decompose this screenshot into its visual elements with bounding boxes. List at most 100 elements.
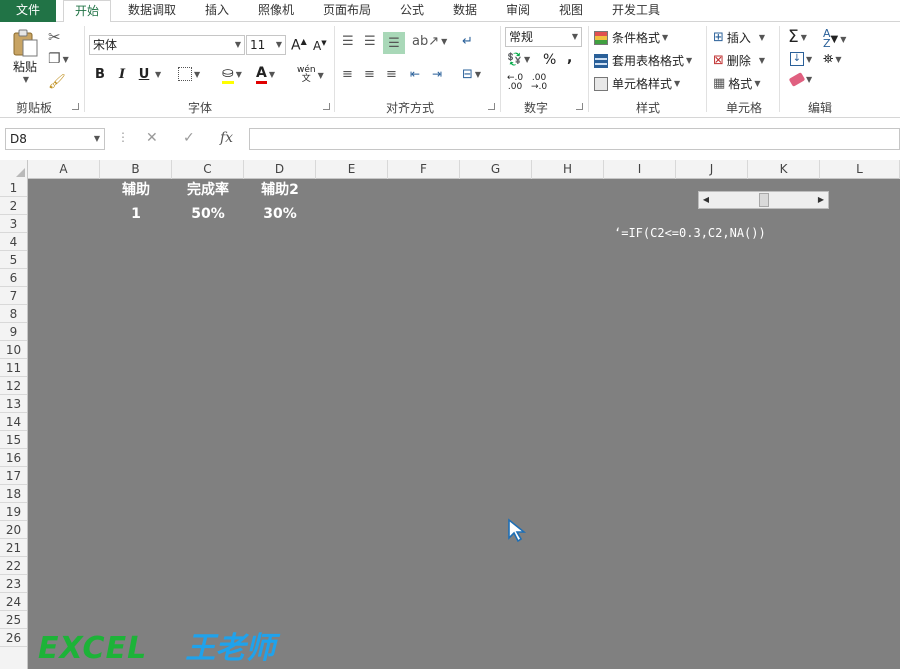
- select-all-corner[interactable]: [0, 160, 28, 179]
- conditional-formatting-button[interactable]: 条件格式 ▼: [594, 29, 668, 46]
- tab-home[interactable]: 开始: [63, 0, 111, 23]
- column-header-j[interactable]: J: [676, 160, 748, 179]
- italic-button[interactable]: I: [113, 67, 131, 82]
- orientation-button[interactable]: ab↗ ▼: [412, 34, 447, 49]
- decrease-indent-button[interactable]: ⇤: [410, 67, 420, 81]
- align-middle-button[interactable]: ☰: [364, 34, 376, 49]
- column-header-l[interactable]: L: [820, 160, 900, 179]
- row-header[interactable]: 6: [0, 269, 27, 287]
- column-header-b[interactable]: B: [100, 160, 172, 179]
- format-cells-button[interactable]: ▦ 格式 ▼: [713, 75, 760, 92]
- decrease-font-button[interactable]: A▼: [313, 39, 327, 53]
- accounting-format-button[interactable]: 💱 ▼: [507, 52, 530, 66]
- column-header-d[interactable]: D: [244, 160, 316, 179]
- scrollbar-form-control[interactable]: ◀ ▶: [698, 191, 829, 209]
- fill-button[interactable]: ↓ ▼: [790, 52, 812, 66]
- tab-data-fetch[interactable]: 数据调取: [118, 0, 186, 22]
- format-painter-button[interactable]: 🖌: [48, 74, 66, 90]
- column-header-h[interactable]: H: [532, 160, 604, 179]
- merge-center-button[interactable]: ⊟ ▼: [462, 67, 481, 82]
- increase-font-button[interactable]: A▲: [291, 37, 307, 54]
- row-header[interactable]: 4: [0, 233, 27, 251]
- bold-button[interactable]: B: [91, 67, 109, 82]
- row-header[interactable]: 15: [0, 431, 27, 449]
- alignment-launcher-icon[interactable]: [488, 103, 495, 110]
- row-header[interactable]: 16: [0, 449, 27, 467]
- delete-cells-button[interactable]: ⊠ 删除 ▼: [713, 52, 765, 69]
- tab-insert[interactable]: 插入: [194, 0, 240, 22]
- scroll-right-icon[interactable]: ▶: [814, 192, 828, 208]
- tab-data[interactable]: 数据: [442, 0, 488, 22]
- row-header[interactable]: 17: [0, 467, 27, 485]
- cancel-icon[interactable]: ✕: [146, 130, 158, 146]
- row-header[interactable]: 10: [0, 341, 27, 359]
- font-color-button[interactable]: A ▼: [256, 65, 275, 84]
- name-box[interactable]: D8 ▼: [5, 128, 105, 150]
- comma-button[interactable]: ,: [567, 50, 572, 66]
- clear-button[interactable]: ▼: [788, 72, 812, 87]
- tab-camera[interactable]: 照像机: [248, 0, 304, 22]
- insert-function-icon[interactable]: fx: [220, 130, 233, 146]
- fill-color-button[interactable]: ⛀ ▼: [222, 65, 242, 84]
- column-header-i[interactable]: I: [604, 160, 676, 179]
- tab-formulas[interactable]: 公式: [390, 0, 434, 22]
- scroll-left-icon[interactable]: ◀: [699, 192, 713, 208]
- font-size-combo[interactable]: 11 ▼: [246, 35, 286, 55]
- increase-indent-button[interactable]: ⇥: [432, 67, 442, 81]
- autosum-button[interactable]: Σ ▼: [788, 27, 807, 47]
- row-header[interactable]: 12: [0, 377, 27, 395]
- row-header[interactable]: 1: [0, 179, 27, 197]
- row-header[interactable]: 11: [0, 359, 27, 377]
- row-header[interactable]: 7: [0, 287, 27, 305]
- wrap-text-button[interactable]: ↵: [462, 34, 473, 49]
- sort-filter-button[interactable]: AZ ▼ ▼: [823, 28, 846, 49]
- increase-decimal-button[interactable]: ←.0.00: [507, 74, 523, 92]
- clipboard-launcher-icon[interactable]: [72, 103, 79, 110]
- align-bottom-button[interactable]: ☰: [383, 32, 405, 54]
- cell-b2[interactable]: 1: [100, 205, 172, 223]
- column-header-a[interactable]: A: [28, 160, 100, 179]
- column-header-g[interactable]: G: [460, 160, 532, 179]
- column-header-c[interactable]: C: [172, 160, 244, 179]
- row-header[interactable]: 24: [0, 593, 27, 611]
- row-header[interactable]: 21: [0, 539, 27, 557]
- cell-styles-button[interactable]: 单元格样式 ▼: [594, 75, 680, 92]
- copy-button[interactable]: ❐ ▼: [48, 51, 69, 67]
- column-header-k[interactable]: K: [748, 160, 820, 179]
- row-header[interactable]: 3: [0, 215, 27, 233]
- row-header[interactable]: 22: [0, 557, 27, 575]
- decrease-decimal-button[interactable]: .00 →.0: [531, 74, 547, 92]
- cell-b1[interactable]: 辅助: [100, 181, 172, 199]
- find-select-button[interactable]: ⛯ ▼: [823, 52, 842, 67]
- row-header[interactable]: 9: [0, 323, 27, 341]
- paste-button[interactable]: 粘贴 ▼: [8, 28, 42, 84]
- cell-d2[interactable]: 30%: [244, 205, 316, 223]
- number-format-combo[interactable]: 常规 ▼: [505, 27, 582, 47]
- align-center-button[interactable]: ≡: [364, 67, 375, 82]
- insert-cells-button[interactable]: ⊞ 插入 ▼: [713, 29, 765, 46]
- row-header[interactable]: 23: [0, 575, 27, 593]
- font-launcher-icon[interactable]: [323, 103, 330, 110]
- align-top-button[interactable]: ☰: [342, 34, 354, 49]
- enter-icon[interactable]: ✓: [183, 130, 195, 146]
- row-header[interactable]: 14: [0, 413, 27, 431]
- number-launcher-icon[interactable]: [576, 103, 583, 110]
- column-header-e[interactable]: E: [316, 160, 388, 179]
- scrollbar-thumb[interactable]: [758, 193, 769, 207]
- phonetic-button[interactable]: wén 文 ▼: [297, 66, 324, 84]
- font-name-combo[interactable]: 宋体 ▼: [89, 35, 245, 55]
- formula-input[interactable]: [249, 128, 900, 150]
- row-header[interactable]: 13: [0, 395, 27, 413]
- row-header[interactable]: 20: [0, 521, 27, 539]
- align-right-button[interactable]: ≡: [386, 67, 397, 82]
- row-header[interactable]: 26: [0, 629, 27, 647]
- cell-c1[interactable]: 完成率: [172, 181, 244, 199]
- cell-d1[interactable]: 辅助2: [244, 181, 316, 199]
- percent-button[interactable]: %: [543, 52, 556, 68]
- tab-review[interactable]: 审阅: [496, 0, 540, 22]
- tab-page-layout[interactable]: 页面布局: [312, 0, 382, 22]
- worksheet-grid[interactable]: 辅助 完成率 辅助2 1 50% 30% ‘=IF(C2<=0.3,C2,NA(…: [28, 179, 900, 669]
- tab-file[interactable]: 文件: [0, 0, 56, 22]
- column-header-f[interactable]: F: [388, 160, 460, 179]
- row-header[interactable]: 5: [0, 251, 27, 269]
